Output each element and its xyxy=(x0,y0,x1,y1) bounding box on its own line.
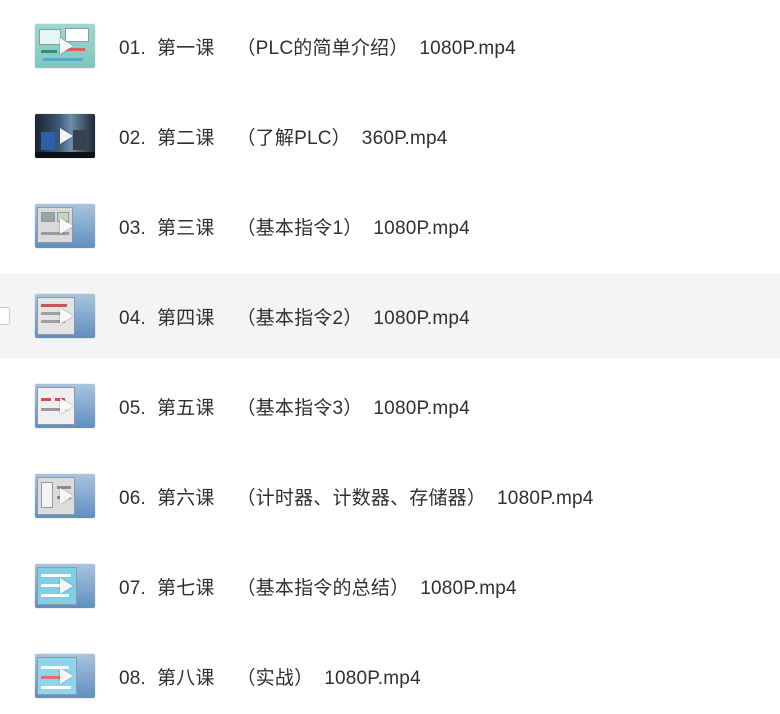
video-thumbnail[interactable] xyxy=(35,204,95,248)
row-checkbox[interactable] xyxy=(0,307,10,325)
file-name: 03. 第三课 （基本指令1） 1080P.mp4 xyxy=(119,217,470,239)
video-thumbnail[interactable] xyxy=(35,24,95,68)
file-row-02[interactable]: 02. 第二课 （了解PLC） 360P.mp4 xyxy=(0,94,780,178)
video-thumbnail[interactable] xyxy=(35,114,95,158)
file-name: 01. 第一课 （PLC的简单介绍） 1080P.mp4 xyxy=(119,37,516,59)
video-thumbnail[interactable] xyxy=(35,654,95,698)
play-icon xyxy=(60,218,73,234)
video-thumbnail[interactable] xyxy=(35,384,95,428)
file-list: 01. 第一课 （PLC的简单介绍） 1080P.mp4 02. 第二课 （了解… xyxy=(0,0,780,714)
file-row-07[interactable]: 07. 第七课 （基本指令的总结） 1080P.mp4 xyxy=(0,544,780,628)
file-row-03[interactable]: 03. 第三课 （基本指令1） 1080P.mp4 xyxy=(0,184,780,268)
video-thumbnail[interactable] xyxy=(35,294,95,338)
play-icon xyxy=(60,668,73,684)
file-row-04[interactable]: 04. 第四课 （基本指令2） 1080P.mp4 xyxy=(0,274,780,358)
file-name: 07. 第七课 （基本指令的总结） 1080P.mp4 xyxy=(119,577,517,599)
play-icon xyxy=(60,578,73,594)
video-thumbnail[interactable] xyxy=(35,474,95,518)
file-row-01[interactable]: 01. 第一课 （PLC的简单介绍） 1080P.mp4 xyxy=(0,4,780,88)
play-icon xyxy=(60,488,73,504)
play-icon xyxy=(60,398,73,414)
file-name: 08. 第八课 （实战） 1080P.mp4 xyxy=(119,667,421,689)
play-icon xyxy=(60,128,73,144)
file-name: 02. 第二课 （了解PLC） 360P.mp4 xyxy=(119,127,448,149)
file-name: 06. 第六课 （计时器、计数器、存储器） 1080P.mp4 xyxy=(119,487,594,509)
file-name: 04. 第四课 （基本指令2） 1080P.mp4 xyxy=(119,307,470,329)
file-row-08[interactable]: 08. 第八课 （实战） 1080P.mp4 xyxy=(0,634,780,714)
file-row-06[interactable]: 06. 第六课 （计时器、计数器、存储器） 1080P.mp4 xyxy=(0,454,780,538)
file-row-05[interactable]: 05. 第五课 （基本指令3） 1080P.mp4 xyxy=(0,364,780,448)
video-thumbnail[interactable] xyxy=(35,564,95,608)
play-icon xyxy=(60,308,73,324)
play-icon xyxy=(60,38,73,54)
file-name: 05. 第五课 （基本指令3） 1080P.mp4 xyxy=(119,397,470,419)
